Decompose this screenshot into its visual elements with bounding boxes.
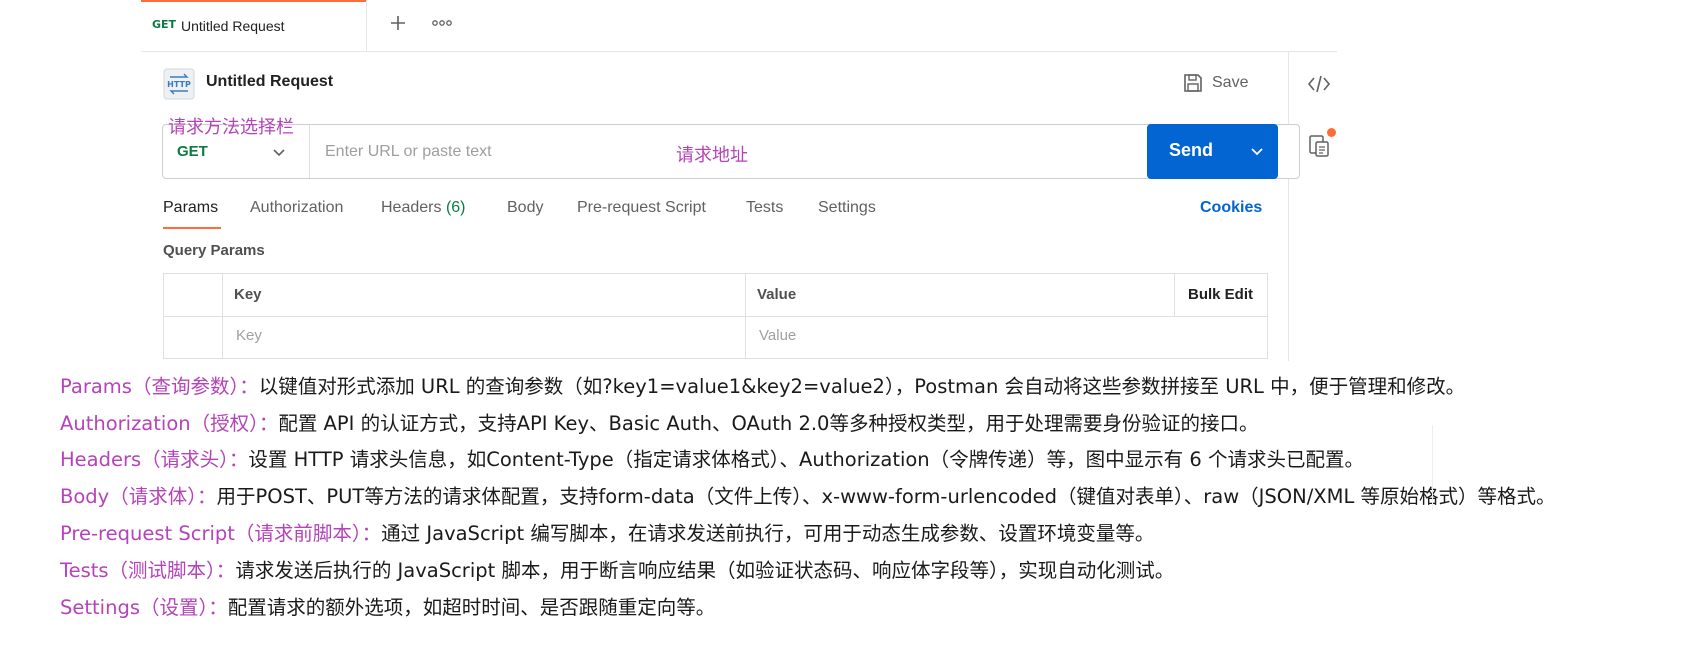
table-column-divider [222, 274, 223, 358]
tab-method-label: GET [152, 18, 177, 31]
tab-params[interactable]: Params [163, 199, 218, 217]
documentation-button[interactable] [1306, 133, 1332, 159]
code-snippet-button[interactable] [1306, 71, 1332, 97]
param-key-input[interactable] [234, 326, 538, 345]
method-label: GET [177, 143, 208, 160]
param-value-input[interactable] [757, 326, 1061, 345]
description-text: 以键值对形式添加 URL 的查询参数（如?key1=value1&key2=va… [258, 375, 1466, 398]
tab-authorization[interactable]: Authorization [250, 199, 343, 217]
chevron-down-icon [273, 149, 285, 157]
headers-count: (6) [445, 199, 466, 216]
url-input[interactable] [323, 133, 1287, 171]
code-icon [1307, 75, 1331, 93]
new-tab-button[interactable] [384, 9, 412, 37]
tab-body[interactable]: Body [507, 199, 543, 217]
save-label: Save [1212, 74, 1249, 91]
description-text: 配置请求的额外选项，如超时时间、是否跟随重定向等。 [227, 596, 716, 619]
tab-divider [366, 0, 367, 51]
request-title[interactable]: Untitled Request [206, 73, 333, 91]
tab-pre-request-script[interactable]: Pre-request Script [577, 199, 706, 217]
description-term: Body（请求体）： [60, 485, 217, 508]
query-params-table: Key Value Bulk Edit [163, 273, 1268, 359]
tab-untitled-request[interactable]: GET Untitled Request [141, 0, 366, 51]
tab-headers[interactable]: Headers (6) [381, 199, 466, 217]
more-tabs-button[interactable] [428, 9, 456, 37]
annotation-method-selector: 请求方法选择栏 [168, 117, 294, 138]
table-column-divider [1174, 274, 1175, 316]
tab-title: Untitled Request [181, 18, 285, 34]
annotation-url: 请求地址 [676, 145, 748, 166]
description-line: Tests（测试脚本）：请求发送后执行的 JavaScript 脚本，用于断言响… [60, 554, 1174, 583]
description-text: 请求发送后执行的 JavaScript 脚本，用于断言响应结果（如验证状态码、响… [235, 559, 1175, 582]
description-term: Pre-request Script（请求前脚本）： [60, 522, 382, 545]
tab-tests[interactable]: Tests [746, 199, 783, 217]
description-text: 通过 JavaScript 编写脚本，在请求发送前执行，可用于动态生成参数、设置… [381, 522, 1155, 545]
description-line: Headers（请求头）：设置 HTTP 请求头信息，如Content-Type… [60, 443, 1364, 472]
tab-headers-label: Headers [381, 199, 442, 216]
bulk-edit-button[interactable]: Bulk Edit [1188, 286, 1253, 303]
description-line: Body（请求体）：用于POST、PUT等方法的请求体配置，支持form-dat… [60, 480, 1556, 509]
documentation-icon [1309, 135, 1329, 157]
http-request-icon: HTTP [163, 68, 195, 100]
active-tab-indicator [163, 227, 221, 229]
chevron-down-icon[interactable] [1249, 143, 1265, 159]
table-header-divider [164, 316, 1267, 317]
table-column-divider [745, 274, 746, 358]
column-header-key: Key [234, 286, 262, 303]
request-tab-strip: GET Untitled Request [141, 0, 1337, 52]
tab-settings[interactable]: Settings [818, 199, 876, 217]
notification-dot [1327, 128, 1336, 137]
description-line: Pre-request Script（请求前脚本）：通过 JavaScript … [60, 517, 1154, 546]
right-sidebar-divider [1288, 51, 1289, 361]
column-header-value: Value [757, 286, 797, 303]
description-term: Authorization（授权）： [60, 412, 279, 435]
description-text: 用于POST、PUT等方法的请求体配置，支持form-data（文件上传）、x-… [216, 485, 1556, 508]
description-term: Params（查询参数）： [60, 375, 259, 398]
divider [1432, 425, 1433, 510]
description-line: Settings（设置）：配置请求的额外选项，如超时时间、是否跟随重定向等。 [60, 591, 715, 620]
more-icon [432, 20, 452, 26]
description-line: Params（查询参数）：以键值对形式添加 URL 的查询参数（如?key1=v… [60, 370, 1465, 399]
description-text: 配置 API 的认证方式，支持API Key、Basic Auth、OAuth … [278, 412, 1259, 435]
send-button[interactable]: Send [1147, 124, 1278, 179]
description-term: Headers（请求头）： [60, 448, 249, 471]
save-button[interactable]: Save [1182, 66, 1272, 100]
send-label: Send [1169, 140, 1214, 160]
description-term: Tests（测试脚本）： [60, 559, 236, 582]
description-term: Settings（设置）： [60, 596, 228, 619]
svg-text:HTTP: HTTP [167, 80, 191, 89]
description-text: 设置 HTTP 请求头信息，如Content-Type（指定请求体格式）、Aut… [248, 448, 1364, 471]
save-icon [1184, 74, 1202, 92]
cookies-link[interactable]: Cookies [1200, 199, 1262, 217]
description-line: Authorization（授权）：配置 API 的认证方式，支持API Key… [60, 407, 1258, 436]
query-params-title: Query Params [163, 242, 265, 259]
plus-icon [391, 16, 405, 30]
